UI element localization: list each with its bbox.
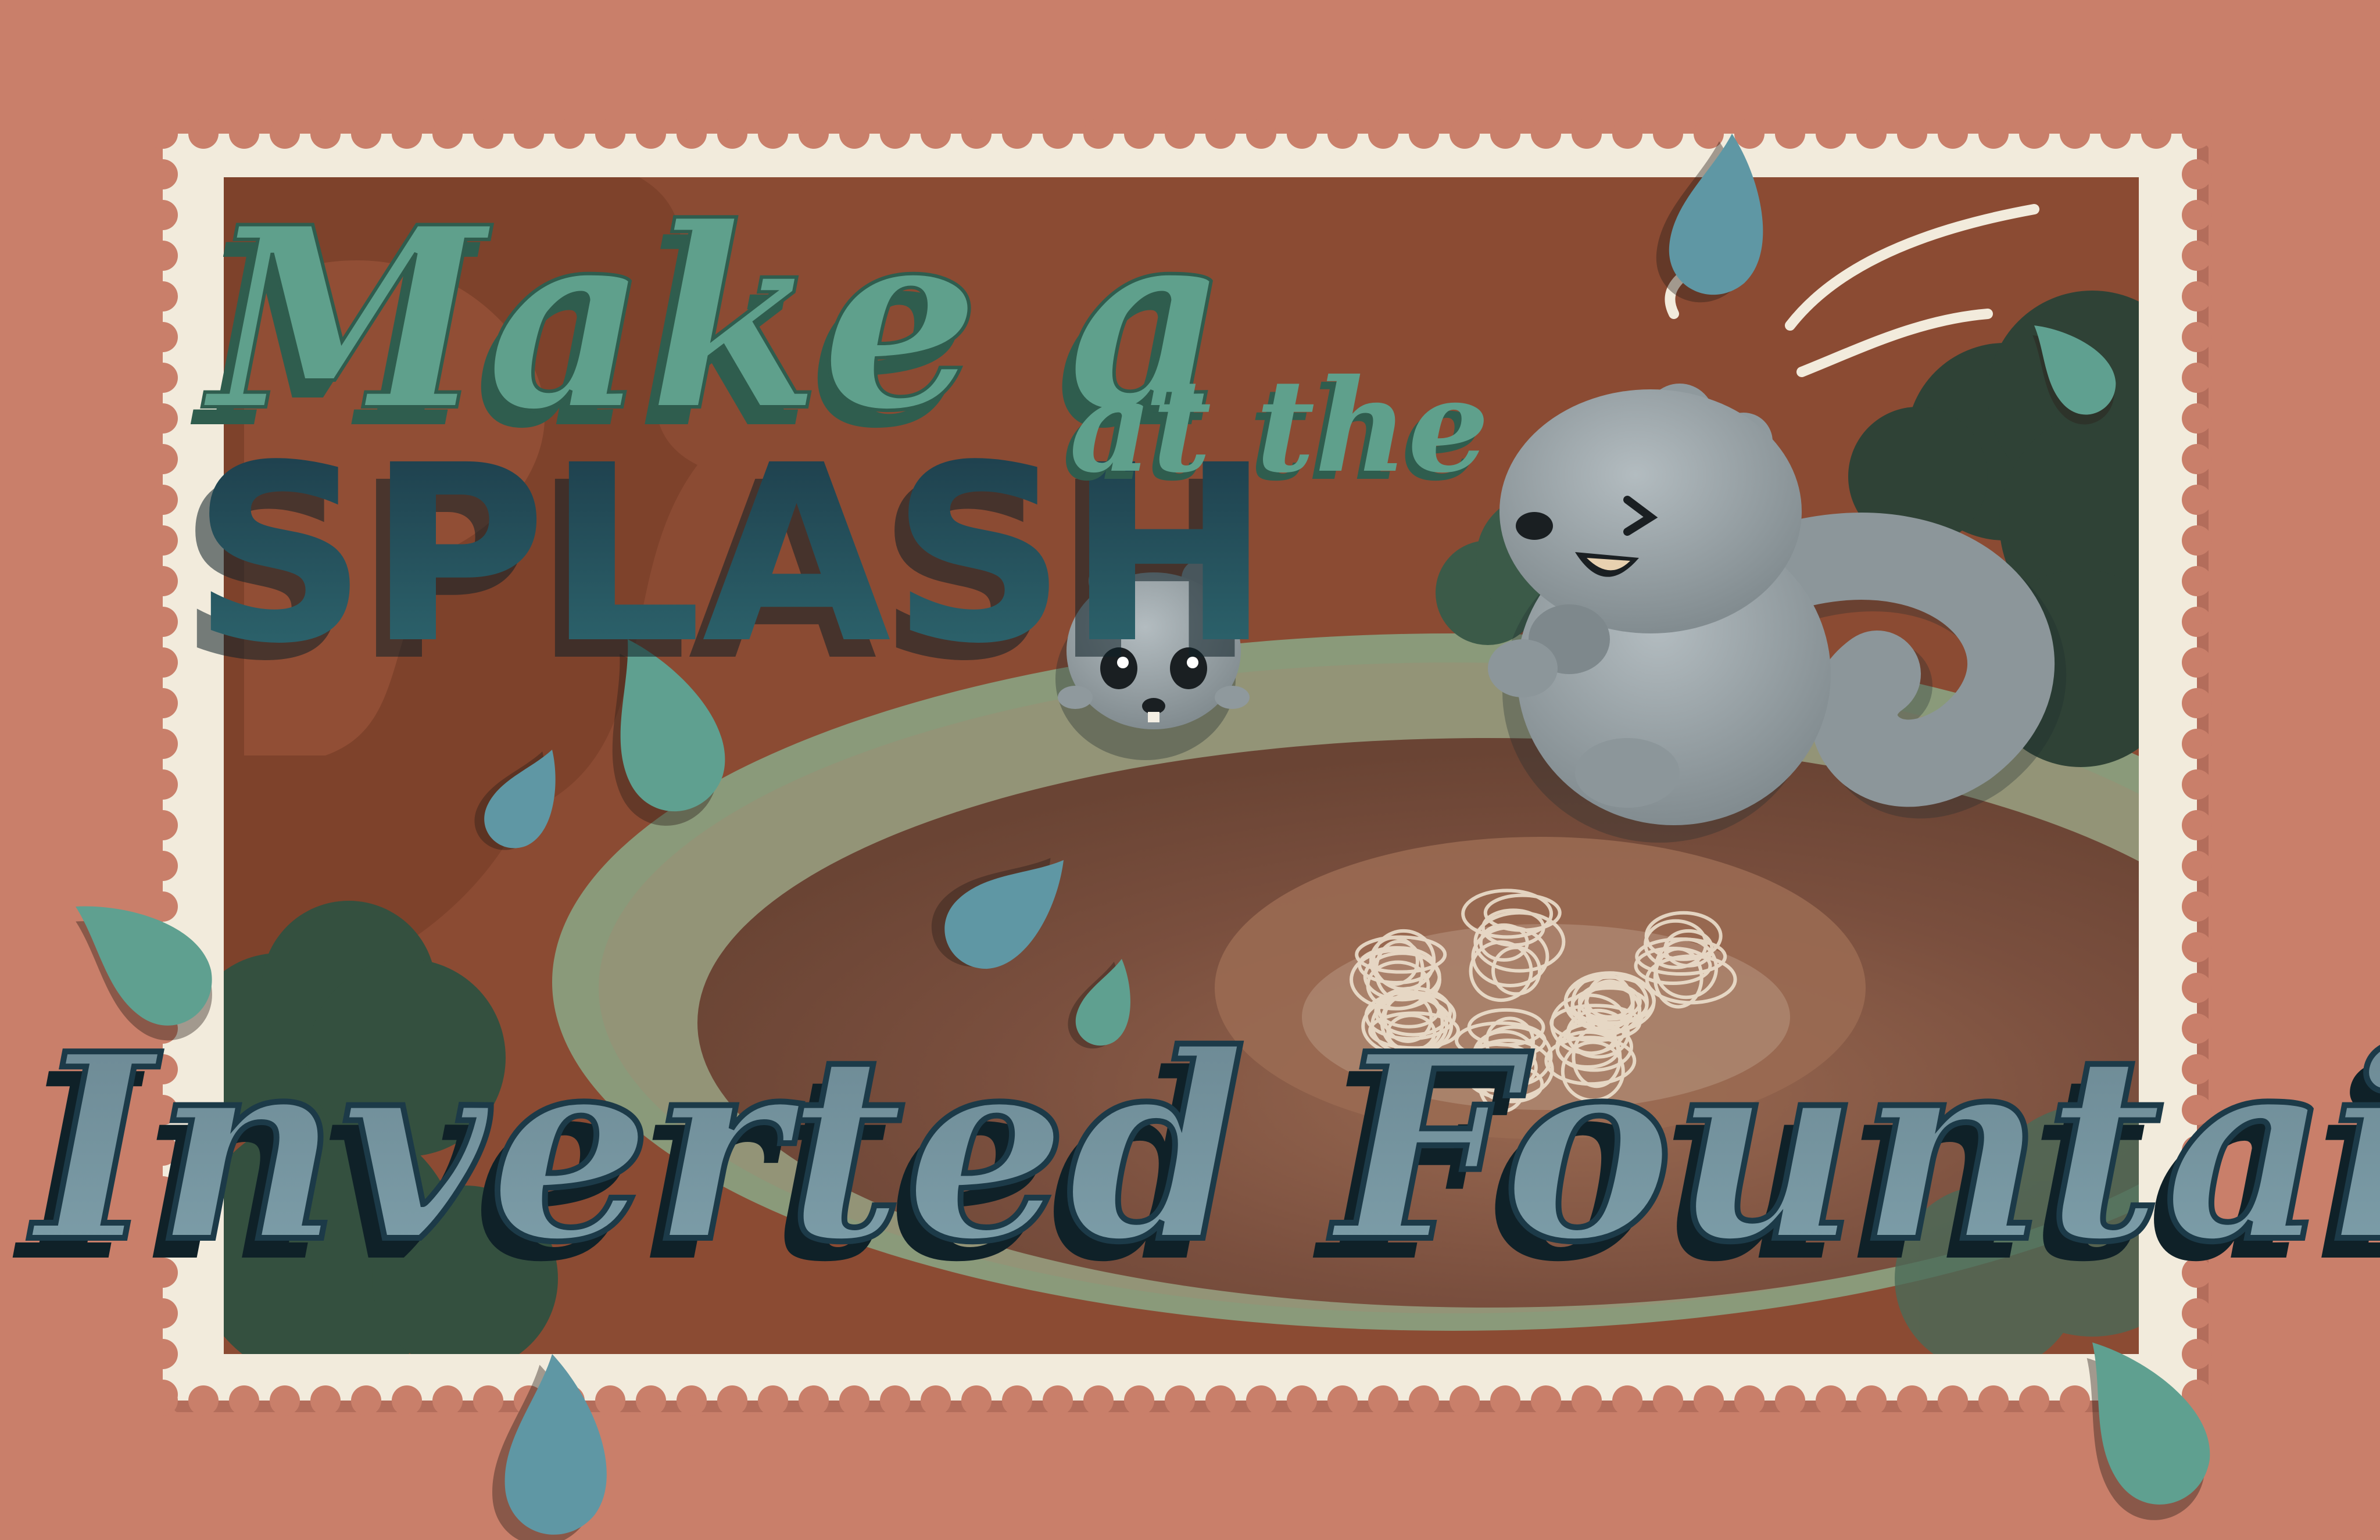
headline-at-the: at the <box>1069 350 1489 501</box>
headline-line3: Inverted Fountain <box>27 998 2380 1298</box>
postcard-poster: Make a Make a SPLASH SPLASH at the at th… <box>0 0 2380 1540</box>
